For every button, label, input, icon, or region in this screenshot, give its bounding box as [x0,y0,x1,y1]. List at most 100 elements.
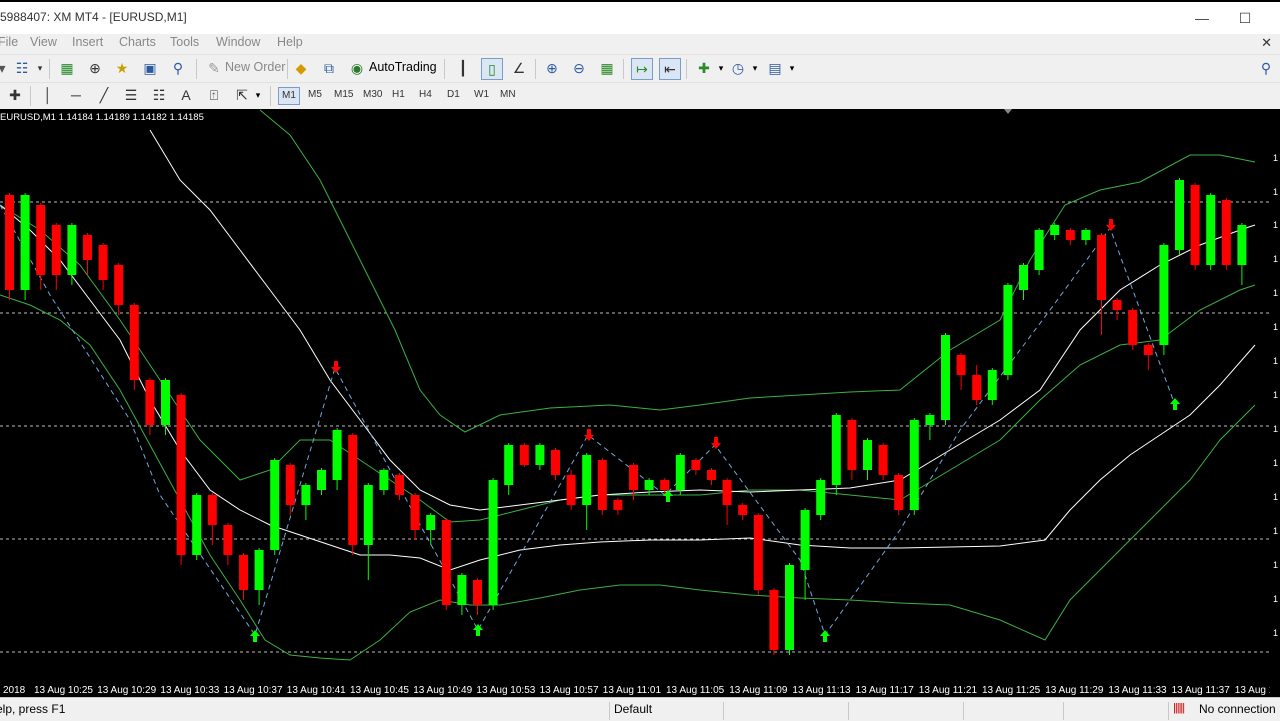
zoom-in-icon[interactable]: ⊕ [542,58,562,78]
options-icon[interactable]: ⧉ [319,58,339,78]
crosshair-icon[interactable]: ⊕ [85,58,105,78]
menu-tools[interactable]: Tools [170,35,199,49]
up-arrow-icon [1170,398,1180,410]
timeframe-m5[interactable]: M5 [305,87,325,103]
candle-body [925,415,935,425]
new-order-button[interactable]: New Order [225,60,285,74]
metaeditor-icon[interactable]: ◆ [291,58,311,78]
menu-insert[interactable]: Insert [72,35,103,49]
candle-body [909,420,919,510]
market-watch-icon[interactable]: ▦ [57,58,77,78]
candle-body [863,440,872,470]
zoom-out-icon[interactable]: ⊖ [569,58,589,78]
candle-body [473,580,482,605]
candle-body [1065,230,1075,240]
candle-body [769,590,779,650]
trendline-icon[interactable]: ╱ [94,85,114,105]
tile-windows-icon[interactable]: ▦ [597,58,617,78]
candle-body [675,455,685,490]
candle-body [1190,185,1200,265]
templates-dropdown-icon[interactable]: ▾ [782,58,802,78]
candle-body [644,480,654,490]
price-axis-label: 1 [1273,322,1278,332]
candle-body [629,465,638,490]
time-axis-label: 13 Aug 10:57 [540,685,599,696]
candle-body [1081,230,1091,240]
search-icon[interactable]: ⚲ [1256,58,1276,78]
timeframe-m1[interactable]: M1 [278,87,300,105]
candle-body [972,375,982,400]
timeframe-mn[interactable]: MN [497,87,519,103]
profiles-icon[interactable]: ☷ [12,58,32,78]
line-chart-icon[interactable]: ∠ [509,58,529,78]
window-title: 5988407: XM MT4 - [EURUSD,M1] [0,10,187,24]
chart-shift-icon[interactable]: ⇤ [659,58,681,80]
dropdown-icon[interactable]: ▾ [0,58,12,78]
arrows-dropdown-icon[interactable]: ▾ [248,85,268,105]
candle-body [894,475,904,510]
fibonacci-icon[interactable]: ☷ [149,85,169,105]
menu-window[interactable]: Window [216,35,260,49]
zigzag-line [0,204,1176,637]
price-chart[interactable]: 2018 13 Aug 10:25 13 Aug 10:29 13 Aug 10:33… [0,109,1270,697]
minimize-button[interactable]: — [1190,6,1214,30]
candle-body [707,470,716,480]
candle-body [1019,265,1028,290]
candle-body [1050,225,1060,235]
time-axis-label: 13 Aug 10:45 [350,685,409,696]
candle-body [847,420,857,470]
timeframe-m15[interactable]: M15 [331,87,356,103]
equidistant-channel-icon[interactable]: ☰ [121,85,141,105]
price-scale: 1 1 1 1 1 1 1 1 1 1 1 1 1 1 1 [1270,109,1280,697]
timeframe-d1[interactable]: D1 [444,87,463,103]
strategy-tester-icon[interactable]: ⚲ [168,58,188,78]
candle-body [426,515,436,530]
up-arrow-icon [473,624,483,636]
cursor-crosshair-icon[interactable]: ✚ [5,85,25,105]
candle-body [878,445,888,475]
chart-canvas[interactable]: 2018 13 Aug 10:25 13 Aug 10:29 13 Aug 10:33… [0,109,1270,697]
close-chart-icon[interactable]: ✕ [1261,35,1272,51]
status-profile: Default [614,702,653,716]
text-label-icon[interactable]: ⍐ [204,85,224,105]
candle-body [192,495,202,555]
time-axis-label: 13 Aug 11:29 [1045,685,1104,696]
price-axis-label: 1 [1273,424,1278,434]
time-axis-label: 13 Aug 11:17 [856,685,915,696]
new-order-icon[interactable]: ✎ [204,58,224,78]
candle-body [51,225,61,275]
candle-body [395,475,404,495]
connection-bars-icon: |||||| [1173,702,1185,714]
navigator-icon[interactable]: ★ [112,58,132,78]
time-axis-label: 13 Aug 11:37 [1172,685,1231,696]
menu-file[interactable]: File [0,35,18,49]
bar-chart-icon[interactable]: ┃ [453,58,473,78]
autotrading-icon[interactable]: ◉ [347,58,367,78]
drawing-toolbar: ✚ │ ─ ╱ ☰ ☷ A ⍐ ⇱ ▾ M1 M5 M15 M30 H1 H4 … [0,82,1280,108]
candle-body [1159,245,1169,345]
terminal-icon[interactable]: ▣ [140,58,160,78]
candle-body [285,465,295,505]
horizontal-line-icon[interactable]: ─ [66,85,86,105]
autoscroll-icon[interactable]: ↦ [631,58,653,80]
menu-help[interactable]: Help [277,35,303,49]
vertical-line-icon[interactable]: │ [38,85,58,105]
price-axis-label: 1 [1273,492,1278,502]
menu-view[interactable]: View [30,35,57,49]
chevron-down-icon[interactable]: ▾ [30,58,50,78]
maximize-button[interactable]: ☐ [1233,6,1257,30]
candle-body [785,565,794,650]
timeframe-h4[interactable]: H4 [416,87,435,103]
menu-charts[interactable]: Charts [119,35,156,49]
periods-dropdown-icon[interactable]: ▾ [745,58,765,78]
text-icon[interactable]: A [176,85,196,105]
autotrading-button[interactable]: AutoTrading [369,60,437,74]
timeframe-h1[interactable]: H1 [389,87,408,103]
candle-body [301,485,311,505]
time-axis-label: 13 Aug 10:29 [97,685,156,696]
candlestick-icon[interactable]: ▯ [481,58,503,80]
standard-toolbar: ▾ ☷ ▾ ▦ ⊕ ★ ▣ ⚲ ✎ New Order ◆ ⧉ ◉ AutoTr… [0,54,1280,83]
timeframe-w1[interactable]: W1 [471,87,492,103]
timeframe-m30[interactable]: M30 [360,87,385,103]
candle-body [379,470,389,490]
